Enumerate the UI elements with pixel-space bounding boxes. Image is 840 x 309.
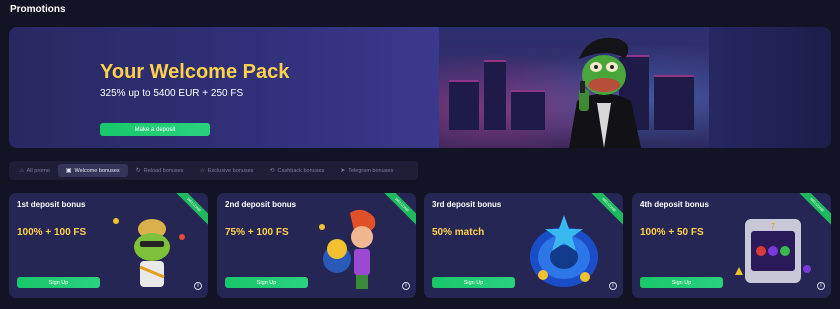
frog-character-image: [113, 218, 185, 287]
sign-up-button[interactable]: Sign Up: [17, 277, 100, 288]
leprechaun-character-image: [319, 209, 376, 289]
tab-label: Cashback bonuses: [277, 167, 325, 174]
telegram-icon: ➤: [340, 168, 346, 174]
card-title: 4th deposit bonus: [640, 200, 709, 209]
cashback-icon: ⟲: [269, 168, 275, 174]
frog-mascot-image: [569, 37, 641, 148]
tab-label: Welcome bonuses: [74, 167, 120, 174]
sign-up-button[interactable]: Sign Up: [225, 277, 308, 288]
star-icon: ☆: [199, 168, 205, 174]
tab-label: Telegram bonuses: [348, 167, 394, 174]
sign-up-button[interactable]: Sign Up: [640, 277, 723, 288]
card-offer: 100% + 50 FS: [640, 227, 704, 238]
gift-icon: ▣: [65, 168, 72, 174]
sign-up-button[interactable]: Sign Up: [432, 277, 515, 288]
page-title: Promotions: [10, 4, 66, 15]
card-offer: 100% + 100 FS: [17, 227, 87, 238]
card-offer: 50% match: [432, 227, 485, 238]
hero-title: Your Welcome Pack: [100, 61, 290, 83]
hero-subtitle: 325% up to 5400 EUR + 250 FS: [100, 88, 244, 99]
info-icon[interactable]: i: [402, 282, 410, 290]
tab-label: Reload bonuses: [143, 167, 184, 174]
bonus-card: WELCOME 1st deposit bonus 100% + 100 FS …: [9, 193, 208, 298]
tab-label: Exclusive bonuses: [207, 167, 254, 174]
info-icon[interactable]: i: [817, 282, 825, 290]
bonus-card: WELCOME 3rd deposit bonus 50% match Sign…: [424, 193, 623, 298]
tab-cashback-bonuses[interactable]: ⟲ Cashback bonuses: [261, 164, 332, 177]
gift-outline-icon: ⌂: [20, 167, 24, 174]
make-deposit-button[interactable]: Make a deposit: [100, 123, 210, 136]
tab-welcome-bonuses[interactable]: ▣ Welcome bonuses: [57, 164, 128, 177]
bonus-card: WELCOME 2nd deposit bonus 75% + 100 FS S…: [217, 193, 416, 298]
welcome-banner: Your Welcome Pack 325% up to 5400 EUR + …: [9, 27, 831, 148]
card-offer: 75% + 100 FS: [225, 227, 289, 238]
tab-label: All promo: [26, 167, 50, 174]
slot-machine-image: 7: [735, 219, 811, 283]
promo-category-tabs: ⌂ All promo ▣ Welcome bonuses ↻ Reload b…: [9, 161, 418, 180]
tab-telegram-bonuses[interactable]: ➤ Telegram bonuses: [332, 164, 401, 177]
info-icon[interactable]: i: [194, 282, 202, 290]
svg-text:7: 7: [771, 222, 776, 231]
info-icon[interactable]: i: [609, 282, 617, 290]
tab-exclusive-bonuses[interactable]: ☆ Exclusive bonuses: [191, 164, 261, 177]
card-title: 3rd deposit bonus: [432, 200, 502, 209]
reload-icon: ↻: [135, 168, 141, 174]
card-title: 2nd deposit bonus: [225, 200, 297, 209]
bonus-card: WELCOME 7 4th deposit bonus 100% + 50 FS…: [632, 193, 831, 298]
tab-reload-bonuses[interactable]: ↻ Reload bonuses: [128, 164, 192, 177]
roulette-wheel-image: [530, 215, 598, 287]
tab-all-promo[interactable]: ⌂ All promo: [12, 164, 58, 177]
card-title: 1st deposit bonus: [17, 200, 86, 209]
